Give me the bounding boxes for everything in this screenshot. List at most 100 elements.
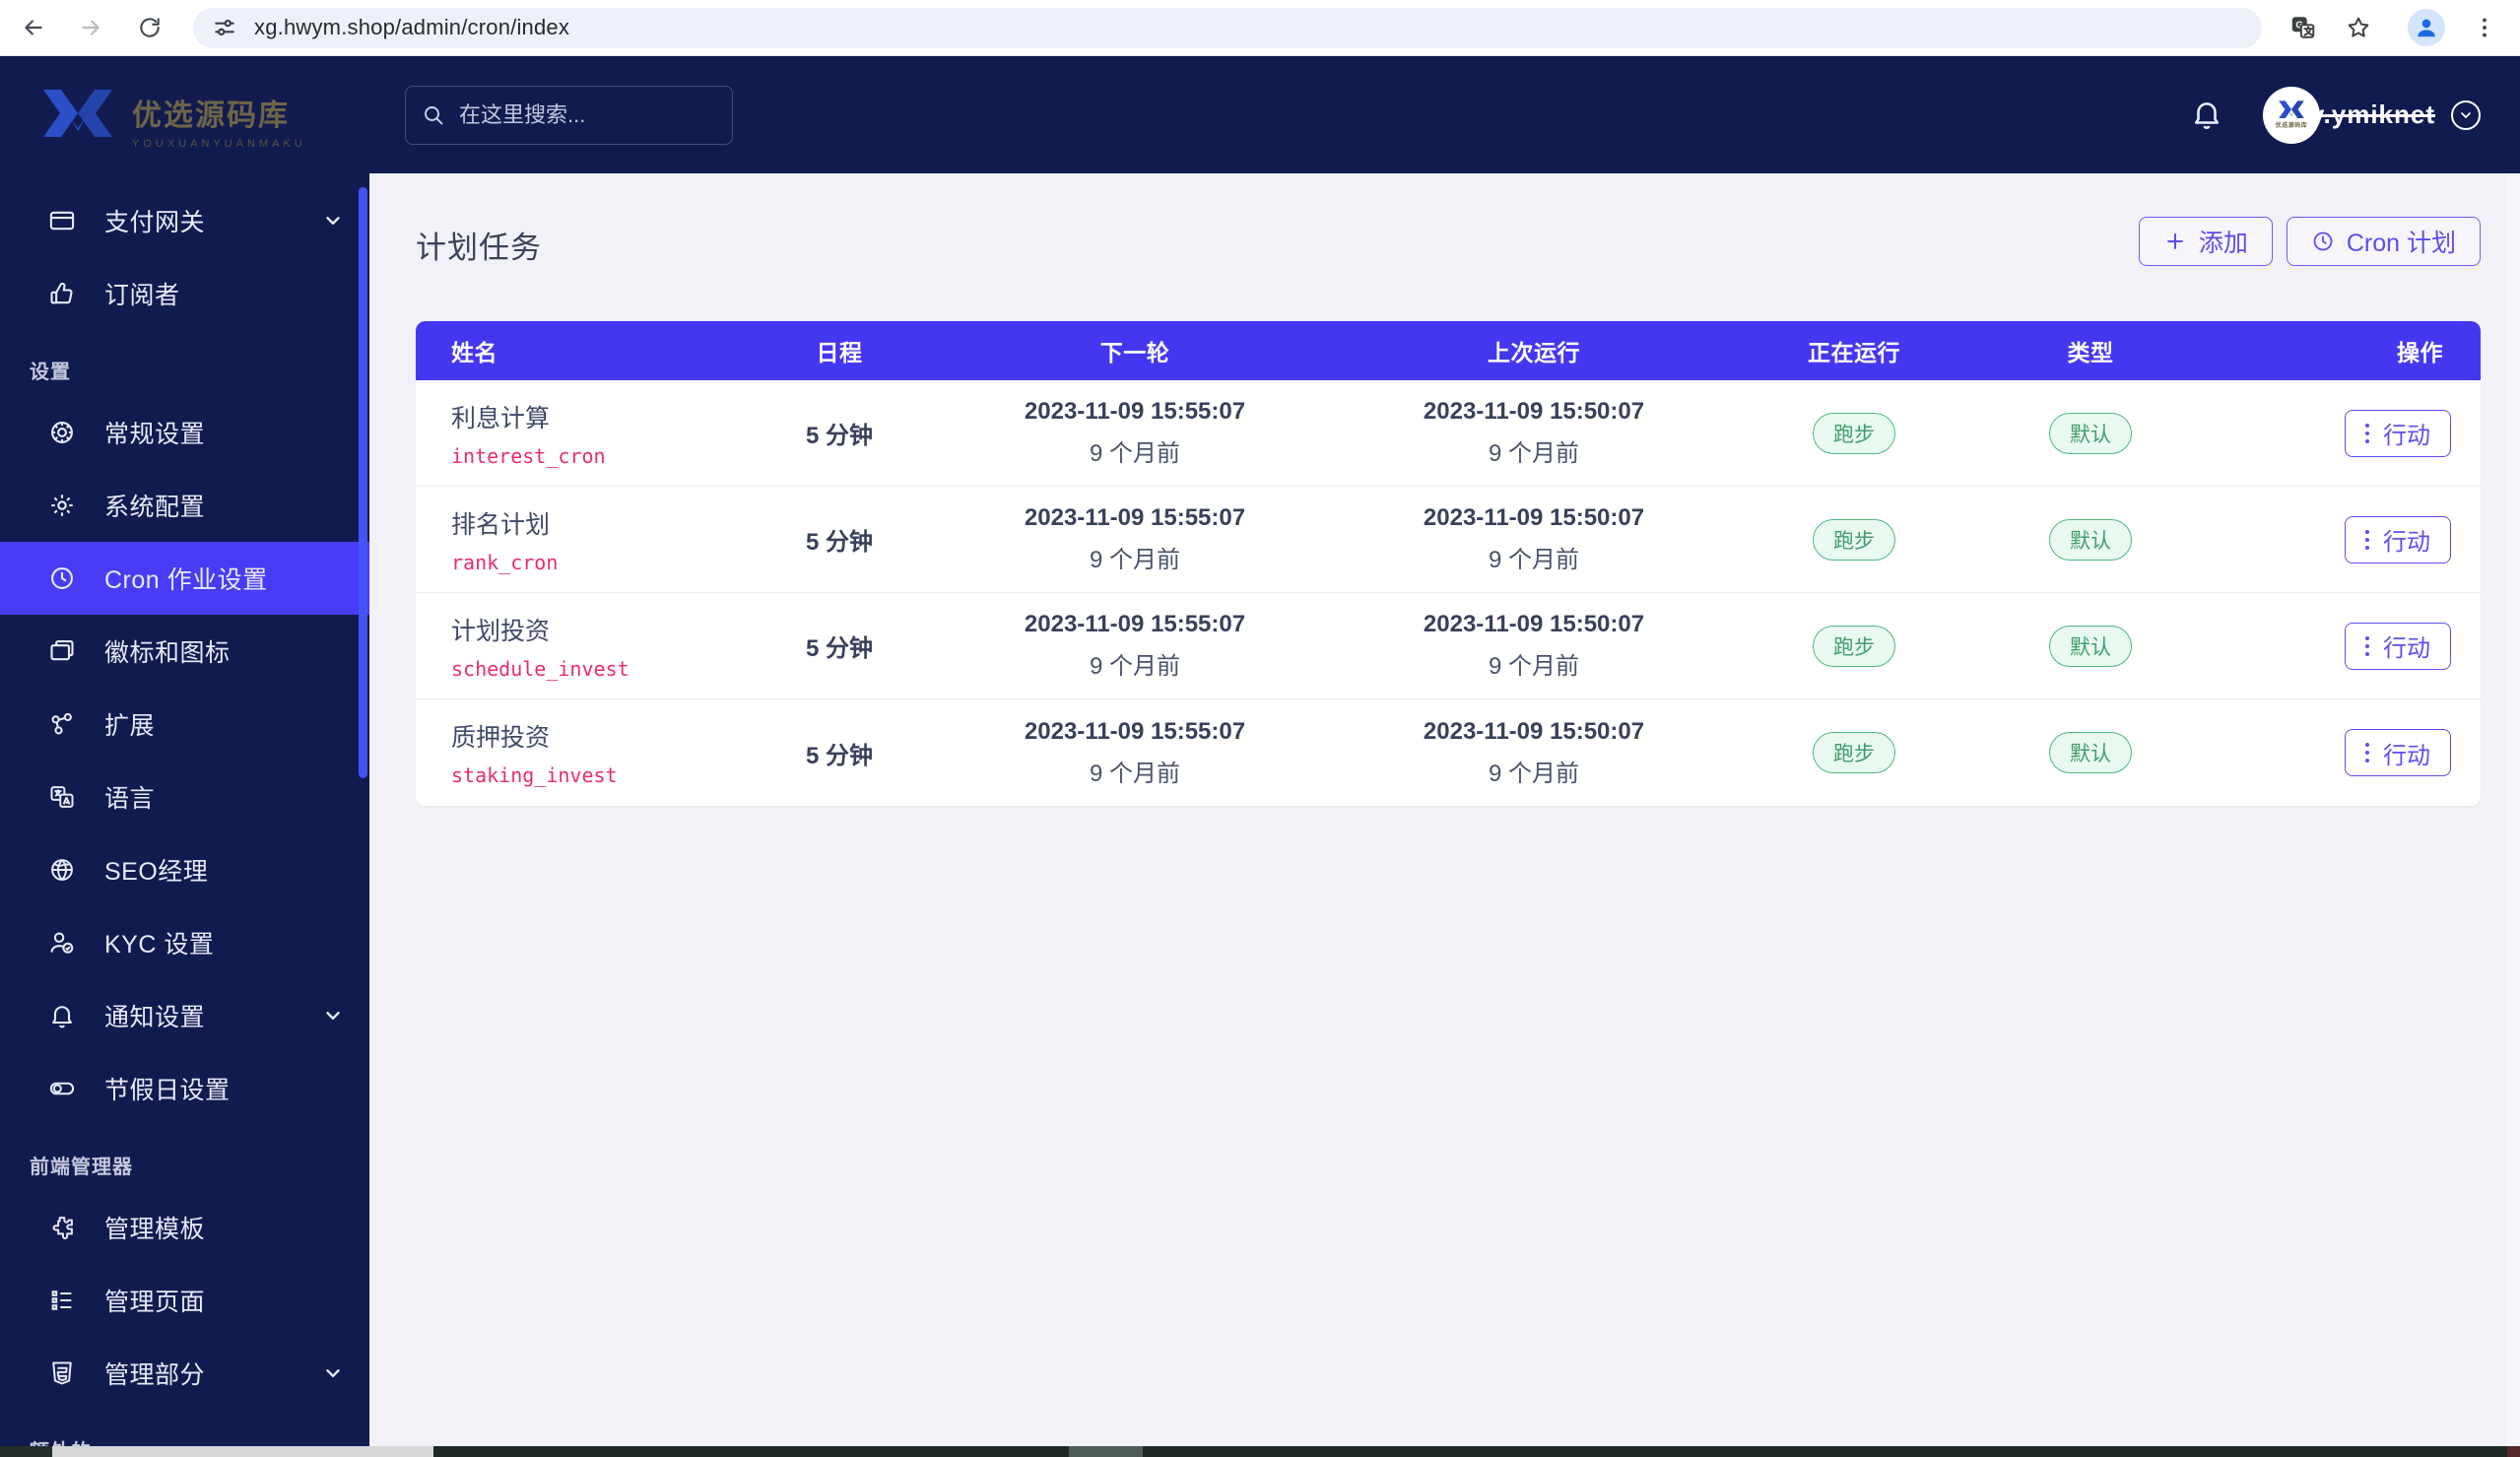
browser-forward-icon[interactable] [71,8,110,47]
page-scrollbar-track[interactable] [2506,56,2520,1446]
toggle-icon [47,1074,77,1103]
action-button[interactable]: 行动 [2345,729,2451,776]
user-avatar: 优选源码库 [2262,86,2320,144]
kebab-dots-icon [2365,743,2369,762]
clock-icon [47,563,77,593]
job-code: staking_invest [451,763,618,787]
job-schedule: 5 分钟 [805,529,873,556]
username: y.ymiknet [2309,99,2435,129]
horizontal-scrollbar[interactable] [0,1446,2520,1457]
chevron-down-icon [322,1362,344,1384]
add-button[interactable]: 添加 [2138,217,2273,266]
job-code: schedule_invest [451,656,630,681]
nodes-icon [47,709,77,739]
action-button[interactable]: 行动 [2345,515,2451,563]
thumbs-up-icon [47,279,77,308]
action-label: 行动 [2383,635,2430,662]
hscroll-thumb[interactable] [52,1446,433,1457]
next-run-relative: 9 个月前 [1089,653,1180,680]
site-settings-icon[interactable] [211,14,238,41]
sidebar-scrollbar-thumb[interactable] [359,187,367,778]
user-avatar-text: 优选源码库 [2275,123,2308,129]
next-run-cell: 2023-11-09 15:55:07 9 个月前 [967,504,1302,574]
cron-schedule-button[interactable]: Cron 计划 [2286,217,2481,266]
globe-icon [47,855,77,885]
user-chevron-icon[interactable] [2451,99,2481,130]
sidebar-item-label: 管理页面 [104,1289,206,1316]
sidebar-item-translate[interactable]: 语言 [0,761,369,833]
brand-name: 优选源码库 [132,99,290,132]
sidebar-item-label: 系统配置 [104,494,206,521]
kebab-dots-icon [2365,529,2369,550]
sidebar-item-label: 管理模板 [104,1216,206,1243]
user-menu[interactable]: 优选源码库 y.ymiknet [2262,86,2481,144]
clock-icon [2311,230,2335,253]
translate-icon [47,782,77,812]
translate-icon[interactable] [2284,8,2323,47]
table-row: 排名计划 rank_cron 5 分钟 2023-11-09 15:55:07 … [416,487,2481,593]
sidebar-item-thumbs-up[interactable]: 订阅者 [0,257,369,330]
action-button[interactable]: 行动 [2345,409,2451,457]
sidebar-item-toggle[interactable]: 节假日设置 [0,1052,369,1125]
browser-menu-icon[interactable] [2465,8,2504,47]
last-run-time: 2023-11-09 15:50:07 [1423,504,1645,531]
browser-back-icon[interactable] [14,8,53,47]
sidebar-item-label: Cron 作业设置 [104,566,268,594]
last-run-relative: 9 个月前 [1488,653,1579,680]
sidebar-item-label: 支付网关 [104,209,206,236]
last-run-cell: 2023-11-09 15:50:07 9 个月前 [1302,504,1765,574]
next-run-cell: 2023-11-09 15:55:07 9 个月前 [967,611,1302,681]
brand-logo[interactable]: 优选源码库 YOUXUANYUANMAKU [0,56,369,184]
sidebar-section-label: 设置 [30,362,71,383]
cron-table: 姓名 日程 下一轮 上次运行 正在运行 类型 操作 利息计算 interest_cron 5… [416,321,2481,806]
action-label: 行动 [2383,529,2430,556]
sidebar-item-html5[interactable]: 管理部分 [0,1337,369,1410]
sidebar-item-clock[interactable]: Cron 作业设置 [0,542,369,615]
puzzle-icon [47,1213,77,1242]
job-name: 质押投资 [451,724,551,752]
notifications-bell-icon[interactable] [2190,98,2225,133]
sidebar-item-bell[interactable]: 通知设置 [0,979,369,1052]
brand-subtitle: YOUXUANYUANMAKU [132,138,306,150]
action-button[interactable]: 行动 [2345,622,2451,670]
sidebar-item-label: 扩展 [104,712,156,740]
layers-icon [47,636,77,666]
last-run-time: 2023-11-09 15:50:07 [1423,717,1645,745]
sidebar-nav: 支付网关 订阅者 设置 常规设置 系统配置 Cron 作业设置 徽标和图标 扩展… [0,184,369,1446]
chevron-down-icon [322,210,344,232]
sidebar-item-nodes[interactable]: 扩展 [0,688,369,761]
sidebar-item-globe[interactable]: SEO经理 [0,833,369,906]
sidebar-item-helm[interactable]: 常规设置 [0,396,369,469]
next-run-time: 2023-11-09 15:55:07 [1024,504,1246,531]
table-header-cell: 日程 [816,340,863,365]
sidebar-item-layers[interactable]: 徽标和图标 [0,615,369,688]
user-check-icon [47,928,77,958]
url-text[interactable]: xg.hwym.shop/admin/cron/index [254,15,569,40]
address-bar[interactable]: xg.hwym.shop/admin/cron/index [193,7,2262,48]
job-code: interest_cron [451,443,606,468]
helm-icon [47,418,77,447]
search-input[interactable] [459,101,705,128]
sidebar-item-credit-card[interactable]: 支付网关 [0,184,369,257]
action-label: 行动 [2383,742,2430,769]
next-run-time: 2023-11-09 15:55:07 [1024,611,1246,637]
table-header-cell: 下一轮 [1099,340,1170,365]
table-row: 利息计算 interest_cron 5 分钟 2023-11-09 15:55… [416,380,2481,487]
job-name: 利息计算 [451,404,551,432]
browser-profile-avatar[interactable] [2408,9,2445,46]
sidebar-item-user-check[interactable]: KYC 设置 [0,906,369,979]
browser-reload-icon[interactable] [130,8,169,47]
job-name: 计划投资 [451,617,551,645]
sidebar-item-label: SEO经理 [104,858,209,886]
sidebar-item-gear[interactable]: 系统配置 [0,469,369,542]
table-header-cell: 类型 [2067,340,2114,365]
table-header-cell: 姓名 [451,340,497,365]
next-run-time: 2023-11-09 15:55:07 [1024,398,1246,425]
search-box[interactable] [405,85,733,145]
sidebar-item-label: 节假日设置 [104,1077,231,1104]
bookmark-star-icon[interactable] [2339,8,2378,47]
sidebar-item-list[interactable]: 管理页面 [0,1264,369,1337]
next-run-time: 2023-11-09 15:55:07 [1024,717,1246,745]
last-run-relative: 9 个月前 [1488,547,1579,573]
sidebar-item-puzzle[interactable]: 管理模板 [0,1191,369,1264]
